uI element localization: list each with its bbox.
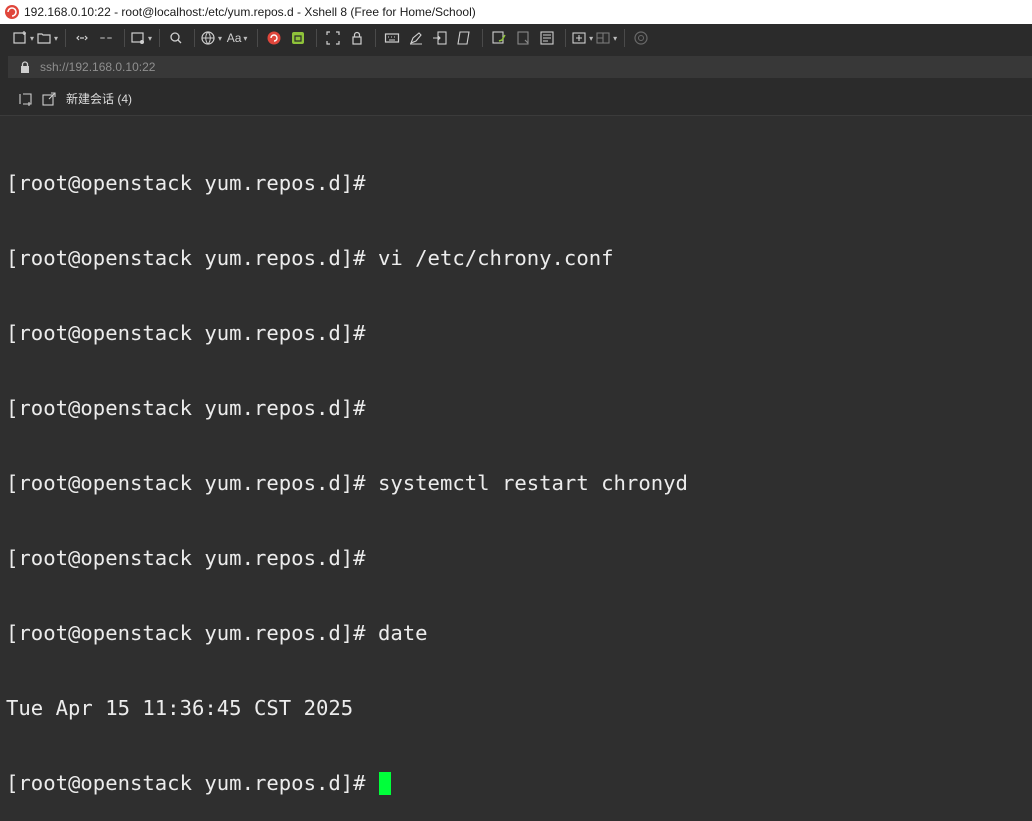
new-group-icon — [572, 32, 586, 44]
window-title: 192.168.0.10:22 - root@localhost:/etc/yu… — [24, 5, 476, 19]
toolbar-divider — [316, 29, 318, 47]
log-icon — [517, 31, 529, 45]
reconnect-button[interactable] — [71, 27, 93, 49]
xshell-logo-icon — [267, 31, 281, 45]
lock-button[interactable] — [346, 27, 368, 49]
new-session-link-button[interactable] — [38, 88, 60, 110]
highlight-button[interactable] — [405, 27, 427, 49]
log-button[interactable] — [512, 27, 534, 49]
script-icon — [457, 31, 470, 45]
fullscreen-icon — [326, 31, 340, 45]
new-session-button[interactable]: ▾ — [12, 27, 34, 49]
toolbar-divider — [482, 29, 484, 47]
toolbar-divider — [65, 29, 67, 47]
chevron-down-icon: ▾ — [218, 33, 223, 43]
help-icon — [634, 31, 648, 45]
main-toolbar: ▾ ▾ ▾ ▾ Aa ▾ ▾ ▾ — [0, 24, 1032, 52]
fullscreen-button[interactable] — [322, 27, 344, 49]
compose-button[interactable] — [488, 27, 510, 49]
search-icon — [170, 32, 182, 44]
session-manager-icon — [19, 92, 32, 106]
terminal-line: [root@openstack yum.repos.d]# — [6, 546, 366, 570]
terminal-line: Tue Apr 15 11:36:45 CST 2025 — [6, 696, 354, 720]
pen-icon — [410, 32, 423, 45]
terminal-line: [root@openstack yum.repos.d]# date — [6, 621, 428, 645]
transfer-icon — [433, 31, 447, 45]
session-manager-button[interactable] — [14, 88, 36, 110]
new-tab-button[interactable]: ▾ — [130, 27, 152, 49]
chevron-down-icon: ▾ — [243, 33, 248, 43]
tile-icon — [540, 31, 554, 45]
lock-icon — [21, 61, 29, 73]
xshell-app-icon — [5, 5, 19, 19]
layout-button[interactable]: ▾ — [595, 27, 617, 49]
script-button[interactable] — [453, 27, 475, 49]
find-button[interactable] — [165, 27, 187, 49]
session-tab-label[interactable]: 新建会话 (4) — [66, 90, 132, 107]
chevron-down-icon: ▾ — [613, 33, 618, 43]
chevron-down-icon: ▾ — [589, 33, 594, 43]
globe-icon — [201, 31, 215, 45]
address-field[interactable]: ssh://192.168.0.10:22 — [8, 56, 1032, 78]
xshell-button[interactable] — [263, 27, 285, 49]
open-folder-icon — [37, 33, 51, 44]
chevron-down-icon: ▾ — [148, 33, 153, 43]
open-button[interactable]: ▾ — [36, 27, 58, 49]
keyboard-icon — [384, 33, 400, 43]
terminal-output[interactable]: [root@openstack yum.repos.d]# [root@open… — [0, 117, 1032, 795]
toolbar-divider — [565, 29, 567, 47]
layout-icon — [596, 32, 610, 44]
toolbar-divider — [124, 29, 126, 47]
new-group-button[interactable]: ▾ — [571, 27, 593, 49]
transfer-button[interactable] — [429, 27, 451, 49]
font-icon: Aa — [226, 31, 242, 45]
toolbar-divider — [257, 29, 259, 47]
title-bar: 192.168.0.10:22 - root@localhost:/etc/yu… — [0, 0, 1032, 24]
terminal-line: [root@openstack yum.repos.d]# vi /etc/ch… — [6, 246, 614, 270]
toolbar-divider — [159, 29, 161, 47]
terminal-prompt-line: [root@openstack yum.repos.d]# — [6, 771, 1032, 796]
toolbar-divider — [194, 29, 196, 47]
terminal-line: [root@openstack yum.repos.d]# — [6, 321, 366, 345]
reconnect-icon — [76, 35, 88, 41]
encoding-button[interactable]: ▾ — [200, 27, 222, 49]
new-tab-icon — [131, 32, 145, 44]
address-input[interactable]: ssh://192.168.0.10:22 — [40, 60, 155, 74]
chevron-down-icon: ▾ — [54, 33, 59, 43]
terminal-prompt: [root@openstack yum.repos.d]# — [6, 771, 378, 795]
xftp-icon — [292, 32, 305, 44]
lock-icon — [352, 31, 362, 45]
external-link-icon — [42, 91, 56, 106]
address-bar: ssh://192.168.0.10:22 — [0, 52, 1032, 82]
terminal-line: [root@openstack yum.repos.d]# — [6, 171, 366, 195]
toolbar-divider — [624, 29, 626, 47]
xftp-button[interactable] — [287, 27, 309, 49]
disconnect-button[interactable] — [95, 27, 117, 49]
tile-button[interactable] — [536, 27, 558, 49]
terminal-line: [root@openstack yum.repos.d]# systemctl … — [6, 471, 688, 495]
compose-icon — [492, 31, 506, 44]
help-button[interactable] — [630, 27, 652, 49]
toolbar-divider — [375, 29, 377, 47]
disconnect-icon — [100, 37, 113, 39]
chevron-down-icon: ▾ — [30, 33, 35, 43]
session-tabs-bar: 新建会话 (4) — [0, 82, 1032, 116]
new-session-icon — [13, 31, 26, 44]
font-button[interactable]: Aa ▾ — [224, 27, 250, 49]
terminal-line: [root@openstack yum.repos.d]# — [6, 396, 366, 420]
keyboard-button[interactable] — [381, 27, 403, 49]
terminal-cursor — [378, 772, 391, 795]
